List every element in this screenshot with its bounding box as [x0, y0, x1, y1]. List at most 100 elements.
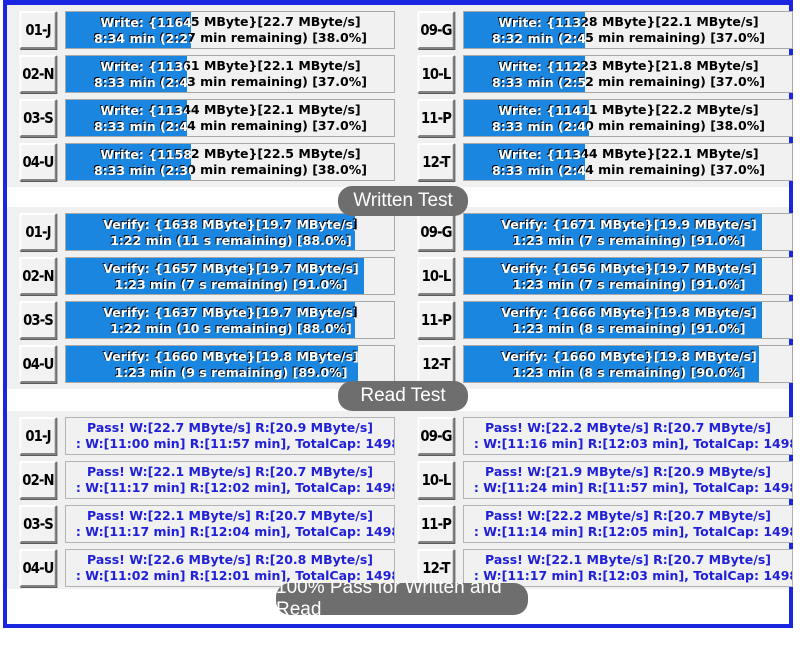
pass-line-1: Pass! W:[22.7 MByte/s] R:[20.9 MByte/s] — [87, 420, 373, 435]
pass-line-2: : W:[11:14 min] R:[12:05 min], TotalCap:… — [473, 524, 793, 539]
read-test-panel: 01-J Verify: {1638 MByte}[19.7 MByte/s] 1:… — [7, 207, 793, 389]
written-test-column-left: 01-J Write: {11645 MByte}[22.7 MByte/s] 8:… — [17, 11, 395, 187]
write-progress-bar: Write: {11344 MByte}[22.1 MByte/s] 8:33 m… — [65, 99, 395, 137]
table-row: 09-G Verify: {1671 MByte}[19.9 MByte/s] 1:… — [415, 213, 793, 251]
pass-line-2: : W:[11:17 min] R:[12:04 min], TotalCap:… — [75, 524, 395, 539]
pass-line-2: : W:[11:16 min] R:[12:03 min], TotalCap:… — [473, 436, 793, 451]
slot-id-label: 12-T — [417, 143, 455, 181]
progress-line-2: 8:33 min (2:30 min remaining) [38.0%] — [94, 163, 191, 178]
progress-line-2: 1:23 min (7 s remaining) [91.0%] — [114, 277, 348, 292]
table-row: 09-G Pass! W:[22.2 MByte/s] R:[20.7 MByte… — [415, 417, 793, 455]
verify-progress-bar: Verify: {1666 MByte}[19.8 MByte/s] 1:23 m… — [463, 301, 793, 339]
progress-text-light: Verify: {1638 MByte}[19.7 MByte/s] 1:22 m… — [66, 214, 355, 250]
progress-line-1: Write: {11223 MByte}[21.8 MByte/s] — [498, 59, 585, 74]
pass-result-box: Pass! W:[22.7 MByte/s] R:[20.9 MByte/s]:… — [65, 417, 395, 455]
progress-text-light: Verify: {1671 MByte}[19.9 MByte/s] 1:23 m… — [464, 214, 762, 250]
progress-line-1: Write: {11328 MByte}[22.1 MByte/s] — [498, 15, 585, 30]
slot-id-label: 10-L — [417, 257, 455, 295]
table-row: 10-L Write: {11223 MByte}[21.8 MByte/s] 8:… — [415, 55, 793, 93]
table-row: 04-U Verify: {1660 MByte}[19.8 MByte/s] 1:… — [17, 345, 395, 383]
pass-result-box: Pass! W:[21.9 MByte/s] R:[20.9 MByte/s]:… — [463, 461, 793, 499]
pass-line-2: : W:[11:00 min] R:[11:57 min], TotalCap:… — [75, 436, 395, 451]
progress-line-2: 1:23 min (9 s remaining) [89.0%] — [114, 365, 348, 380]
duplicator-status-screen: 01-J Write: {11645 MByte}[22.7 MByte/s] 8:… — [0, 0, 800, 645]
slot-id-label: 09-G — [417, 417, 455, 455]
progress-line-1: Write: {11411 MByte}[22.2 MByte/s] — [498, 103, 588, 118]
main-frame: 01-J Write: {11645 MByte}[22.7 MByte/s] 8:… — [3, 0, 793, 628]
write-progress-bar: Write: {11645 MByte}[22.7 MByte/s] 8:34 m… — [65, 11, 395, 49]
verify-progress-bar: Verify: {1660 MByte}[19.8 MByte/s] 1:23 m… — [65, 345, 395, 383]
verify-progress-bar: Verify: {1637 MByte}[19.7 MByte/s] 1:22 m… — [65, 301, 395, 339]
slot-id-label: 03-S — [19, 301, 57, 339]
pass-result-box: Pass! W:[22.2 MByte/s] R:[20.7 MByte/s]:… — [463, 417, 793, 455]
pass-line-1: Pass! W:[22.2 MByte/s] R:[20.7 MByte/s] — [485, 420, 771, 435]
progress-line-2: 8:33 min (2:52 min remaining) [37.0%] — [492, 75, 586, 90]
progress-text-light: Write: {11582 MByte}[22.5 MByte/s]8:33 m… — [66, 144, 191, 180]
slot-id-label: 02-N — [19, 461, 57, 499]
read-test-caption: Read Test — [338, 381, 468, 411]
table-row: 11-P Verify: {1666 MByte}[19.8 MByte/s] 1:… — [415, 301, 793, 339]
pass-line-1: Pass! W:[21.9 MByte/s] R:[20.9 MByte/s] — [485, 464, 771, 479]
progress-line-1: Write: {11361 MByte}[22.1 MByte/s] — [100, 59, 187, 74]
table-row: 03-S Write: {11344 MByte}[22.1 MByte/s] 8:… — [17, 99, 395, 137]
pass-line-2: : W:[11:17 min] R:[12:02 min], TotalCap:… — [75, 480, 395, 495]
slot-id-label: 02-N — [19, 257, 57, 295]
table-row: 11-P Write: {11411 MByte}[22.2 MByte/s] 8:… — [415, 99, 793, 137]
progress-line-2: 1:23 min (8 s remaining) [90.0%] — [512, 365, 746, 380]
slot-id-label: 01-J — [19, 213, 57, 251]
written-test-caption: Written Test — [338, 186, 468, 216]
pass-result-box: Pass! W:[22.1 MByte/s] R:[20.7 MByte/s]:… — [65, 461, 395, 499]
progress-text-light: Write: {11411 MByte}[22.2 MByte/s]8:33 m… — [464, 100, 589, 136]
progress-line-1: Verify: {1660 MByte}[19.8 MByte/s] — [501, 349, 757, 364]
slot-id-label: 01-J — [19, 417, 57, 455]
table-row: 12-T Verify: {1660 MByte}[19.8 MByte/s] 1:… — [415, 345, 793, 383]
slot-id-label: 03-S — [19, 99, 57, 137]
progress-line-1: Write: {11582 MByte}[22.5 MByte/s] — [100, 147, 190, 162]
table-row: 01-J Verify: {1638 MByte}[19.7 MByte/s] 1:… — [17, 213, 395, 251]
verify-progress-bar: Verify: {1657 MByte}[19.7 MByte/s] 1:23 m… — [65, 257, 395, 295]
read-test-column-right: 09-G Verify: {1671 MByte}[19.9 MByte/s] 1:… — [415, 213, 793, 389]
slot-id-label: 11-P — [417, 99, 455, 137]
table-row: 11-P Pass! W:[22.2 MByte/s] R:[20.7 MByte… — [415, 505, 793, 543]
slot-id-label: 04-U — [19, 549, 57, 587]
write-progress-bar: Write: {11361 MByte}[22.1 MByte/s] 8:33 m… — [65, 55, 395, 93]
slot-id-label: 09-G — [417, 11, 455, 49]
table-row: 04-U Write: {11582 MByte}[22.5 MByte/s] 8:… — [17, 143, 395, 181]
verify-progress-bar: Verify: {1638 MByte}[19.7 MByte/s] 1:22 m… — [65, 213, 395, 251]
table-row: 03-S Verify: {1637 MByte}[19.7 MByte/s] 1:… — [17, 301, 395, 339]
progress-line-1: Verify: {1657 MByte}[19.7 MByte/s] — [103, 261, 359, 276]
progress-line-2: 1:22 min (10 s remaining) [88.0%] — [110, 321, 352, 336]
progress-line-1: Verify: {1638 MByte}[19.7 MByte/s] — [103, 217, 355, 232]
progress-line-2: 1:23 min (7 s remaining) [91.0%] — [512, 233, 746, 248]
table-row: 09-G Write: {11328 MByte}[22.1 MByte/s] 8:… — [415, 11, 793, 49]
slot-id-label: 04-U — [19, 345, 57, 383]
progress-text-light: Write: {11361 MByte}[22.1 MByte/s]8:33 m… — [66, 56, 187, 92]
progress-line-2: 1:23 min (8 s remaining) [91.0%] — [512, 321, 746, 336]
pass-result-box: Pass! W:[22.1 MByte/s] R:[20.7 MByte/s]:… — [65, 505, 395, 543]
table-row: 10-L Pass! W:[21.9 MByte/s] R:[20.9 MByte… — [415, 461, 793, 499]
table-row: 01-J Write: {11645 MByte}[22.7 MByte/s] 8:… — [17, 11, 395, 49]
pass-results-column-right: 09-G Pass! W:[22.2 MByte/s] R:[20.7 MByte… — [415, 417, 793, 593]
progress-line-2: 8:33 min (2:43 min remaining) [37.0%] — [94, 75, 188, 90]
pass-line-1: Pass! W:[22.1 MByte/s] R:[20.7 MByte/s] — [87, 464, 373, 479]
slot-id-label: 02-N — [19, 55, 57, 93]
progress-line-2: 8:33 min (2:44 min remaining) [37.0%] — [492, 163, 586, 178]
table-row: 10-L Verify: {1656 MByte}[19.7 MByte/s] 1:… — [415, 257, 793, 295]
written-test-column-right: 09-G Write: {11328 MByte}[22.1 MByte/s] 8:… — [415, 11, 793, 187]
table-row: 02-N Pass! W:[22.1 MByte/s] R:[20.7 MByte… — [17, 461, 395, 499]
progress-text-light: Write: {11328 MByte}[22.1 MByte/s]8:32 m… — [464, 12, 585, 48]
write-progress-bar: Write: {11328 MByte}[22.1 MByte/s] 8:32 m… — [463, 11, 793, 49]
pass-line-1: Pass! W:[22.1 MByte/s] R:[20.7 MByte/s] — [87, 508, 373, 523]
verify-progress-bar: Verify: {1660 MByte}[19.8 MByte/s] 1:23 m… — [463, 345, 793, 383]
table-row: 12-T Write: {11344 MByte}[22.1 MByte/s] 8:… — [415, 143, 793, 181]
slot-id-label: 10-L — [417, 55, 455, 93]
progress-line-1: Write: {11344 MByte}[22.1 MByte/s] — [100, 103, 187, 118]
table-row: 02-N Write: {11361 MByte}[22.1 MByte/s] 8:… — [17, 55, 395, 93]
table-row: 03-S Pass! W:[22.1 MByte/s] R:[20.7 MByte… — [17, 505, 395, 543]
pass-line-1: Pass! W:[22.1 MByte/s] R:[20.7 MByte/s] — [485, 552, 771, 567]
slot-id-label: 04-U — [19, 143, 57, 181]
progress-line-2: 8:32 min (2:45 min remaining) [37.0%] — [492, 31, 586, 46]
pass-results-column-left: 01-J Pass! W:[22.7 MByte/s] R:[20.9 MByte… — [17, 417, 395, 593]
progress-text-light: Write: {11344 MByte}[22.1 MByte/s]8:33 m… — [464, 144, 585, 180]
progress-line-2: 1:22 min (11 s remaining) [88.0%] — [110, 233, 352, 248]
